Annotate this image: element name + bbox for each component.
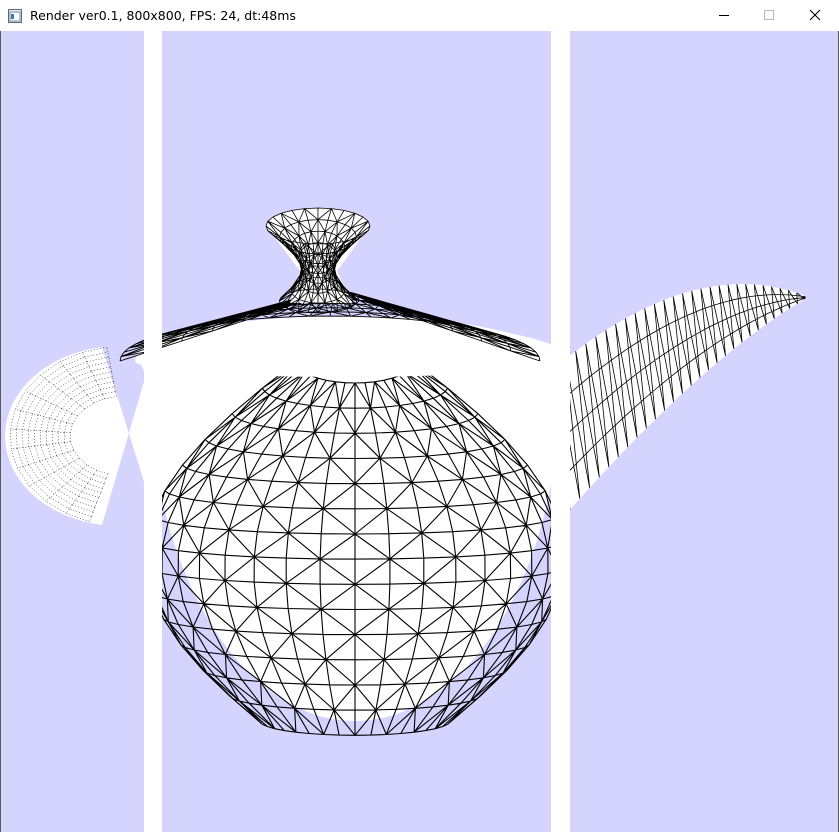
teapot-wireframe [0,31,144,832]
render-strip-right [570,31,839,832]
close-icon [809,9,821,21]
render-strip-left [0,31,144,832]
render-strip-center [162,31,551,832]
title-bar[interactable]: Render ver0.1, 800x800, FPS: 24, dt:48ms [0,0,839,31]
maximize-button[interactable] [746,0,792,31]
window-border-left [0,31,1,832]
app-window-icon [8,8,22,23]
minimize-icon [719,15,729,16]
maximize-icon [764,10,774,20]
close-button[interactable] [792,0,838,31]
teapot-wireframe [570,31,839,832]
render-viewport[interactable] [0,31,839,832]
minimize-button[interactable] [701,0,747,31]
teapot-wireframe [162,31,551,832]
window-title: Render ver0.1, 800x800, FPS: 24, dt:48ms [30,8,296,23]
